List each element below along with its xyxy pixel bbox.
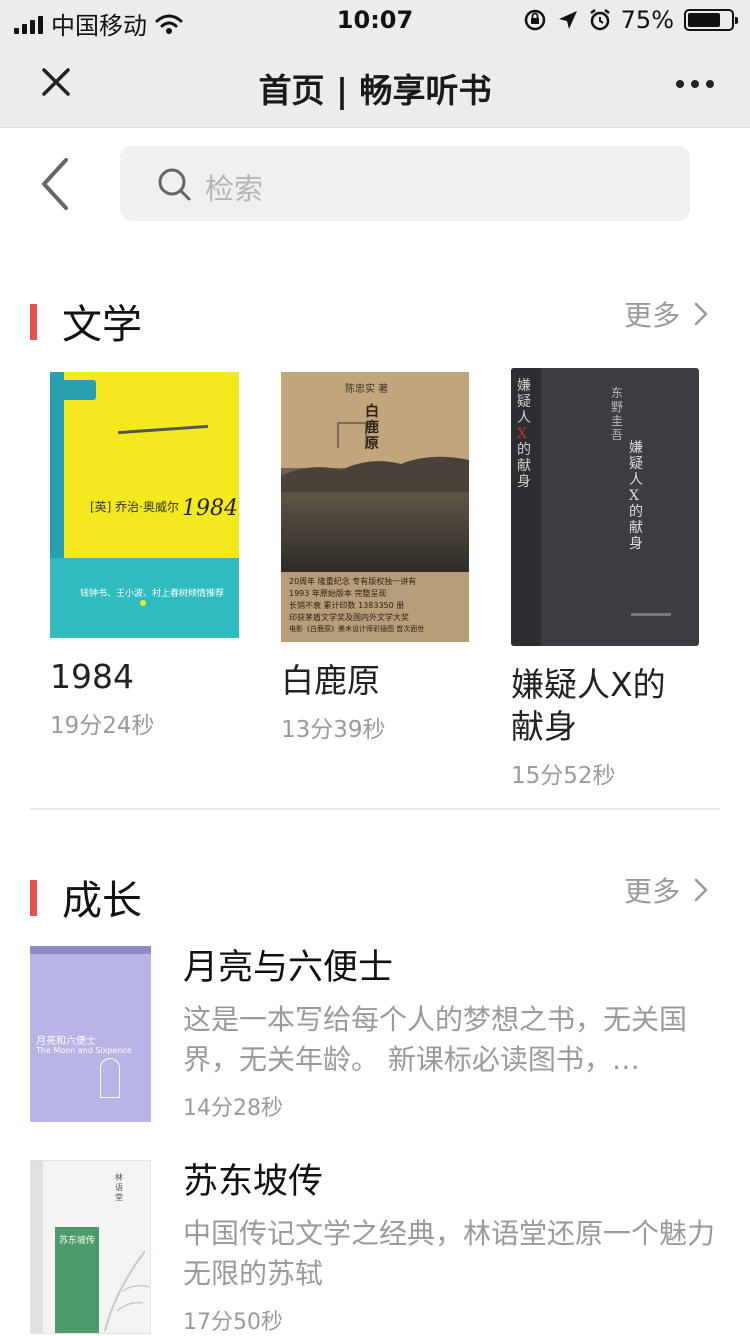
item-description: 中国传记文学之经典，林语堂还原一个魅力无限的苏轼 [183,1217,716,1290]
book-cover-su-dongpo: 苏东坡传 林语堂 [30,1160,151,1334]
cover-author: 林语堂 [115,1173,123,1202]
section-title: 成长 [62,878,142,924]
more-link-growth[interactable]: 更多 [624,870,708,910]
list-item-text: 月亮与六便士 这是一本写给每个人的梦想之书，无关国界，无关年龄。 新课标必读图书… [183,946,723,1122]
cover-title: 苏东坡传 [59,1236,96,1246]
book-card[interactable]: [英] 乔治·奥威尔 1984 钱钟书、王小波、村上春树倾情推荐 1984 19… [50,372,250,740]
cover-line: 电影《白鹿原》美术设计师彩插图 首次面世 [289,625,425,633]
cover-title: 月亮和六便士 [36,1036,96,1047]
location-icon [558,11,577,29]
status-bar: 中国移动 10:07 75% [0,0,750,40]
cover-subtitle: The Moon and Sixpence [36,1046,132,1055]
cover-line: 20周年 隆重纪念 专有版权独一讲有 [289,577,417,586]
search-icon [158,168,191,201]
back-icon[interactable] [34,154,80,214]
item-title: 苏东坡传 [183,1162,324,1202]
more-label: 更多 [623,875,680,908]
cover-title: 嫌疑人X的献身 [629,440,643,552]
item-duration: 14分28秒 [183,1096,283,1121]
book-duration: 13分39秒 [281,717,386,743]
section-header-literature: 文学 更多 [0,290,750,350]
chevron-right-icon [694,878,708,902]
cover-line: 印获茅盾文学奖及国内外文学大奖 [289,613,409,622]
section-accent-bar [30,304,37,340]
book-cover-bailuyuan: 陈忠实 著 白鹿原 20周年 隆重纪念 专有版权独一讲有 1993 年原始版本 … [281,372,469,642]
item-title: 月亮与六便士 [183,948,394,988]
page-title: 首页 | 畅享听书 [258,71,492,110]
book-title: 1984 [50,657,134,696]
cover-line: 1993 年原始版本 完整呈现 [289,589,387,598]
book-duration: 15分52秒 [511,763,616,789]
book-card[interactable]: 嫌疑人X的献身 东野圭吾 嫌疑人X的献身 嫌疑人X的献身 15分52秒 [511,368,711,790]
top-bar: 中国移动 10:07 75% 首页 | 畅享听书 [0,0,750,128]
item-duration: 17分50秒 [183,1310,283,1335]
book-duration: 19分24秒 [50,713,155,739]
list-item-text: 苏东坡传 中国传记文学之经典，林语堂还原一个魅力无限的苏轼 17分50秒 [183,1160,723,1336]
section-header-growth: 成长 更多 [0,866,750,926]
more-link-literature[interactable]: 更多 [624,294,708,334]
section-divider [30,808,720,810]
search-input[interactable]: 检索 [120,146,690,221]
rotation-lock-icon [524,9,545,31]
nav-bar: 首页 | 畅享听书 [0,44,750,128]
battery-percent: 75% [620,6,674,34]
cover-line: 长销不衰 累计印数 1383350 册 [289,601,405,610]
more-options-icon[interactable] [670,64,720,104]
book-cover-1984: [英] 乔治·奥威尔 1984 钱钟书、王小波、村上春树倾情推荐 [50,372,239,638]
search-placeholder: 检索 [205,172,264,206]
section-accent-bar [30,880,37,916]
cover-title: 白鹿原 [365,404,379,452]
book-cover-moon-sixpence: 月亮和六便士 The Moon and Sixpence [30,946,151,1122]
book-title: 嫌疑人X的献身 [511,665,666,746]
book-title: 白鹿原 [281,661,380,700]
cover-author: 东野圭吾 [611,386,624,442]
book-card[interactable]: 陈忠实 著 白鹿原 20周年 隆重纪念 专有版权独一讲有 1993 年原始版本 … [281,372,481,744]
alarm-icon [589,9,610,31]
chevron-right-icon [694,302,708,326]
book-cover-xianyiren: 嫌疑人X的献身 东野圭吾 嫌疑人X的献身 [511,368,699,646]
battery-icon [684,9,738,31]
status-right: 75% [523,6,738,34]
cover-author: 陈忠实 著 [345,384,389,395]
item-description: 这是一本写给每个人的梦想之书，无关国界，无关年龄。 新课标必读图书，… [183,1003,688,1076]
list-item[interactable]: 苏东坡传 林语堂 苏东坡传 中国传记文学之经典，林语堂还原一个魅力无限的苏轼 1… [30,1160,723,1336]
more-label: 更多 [623,299,680,332]
section-title: 文学 [62,302,142,348]
cover-author: [英] 乔治·奥威尔 [90,500,179,514]
cover-blurb: 钱钟书、王小波、村上春树倾情推荐 [79,589,224,599]
cover-title: 1984 [182,496,238,521]
search-row: 检索 [0,140,750,230]
list-item[interactable]: 月亮和六便士 The Moon and Sixpence 月亮与六便士 这是一本… [30,946,720,1126]
